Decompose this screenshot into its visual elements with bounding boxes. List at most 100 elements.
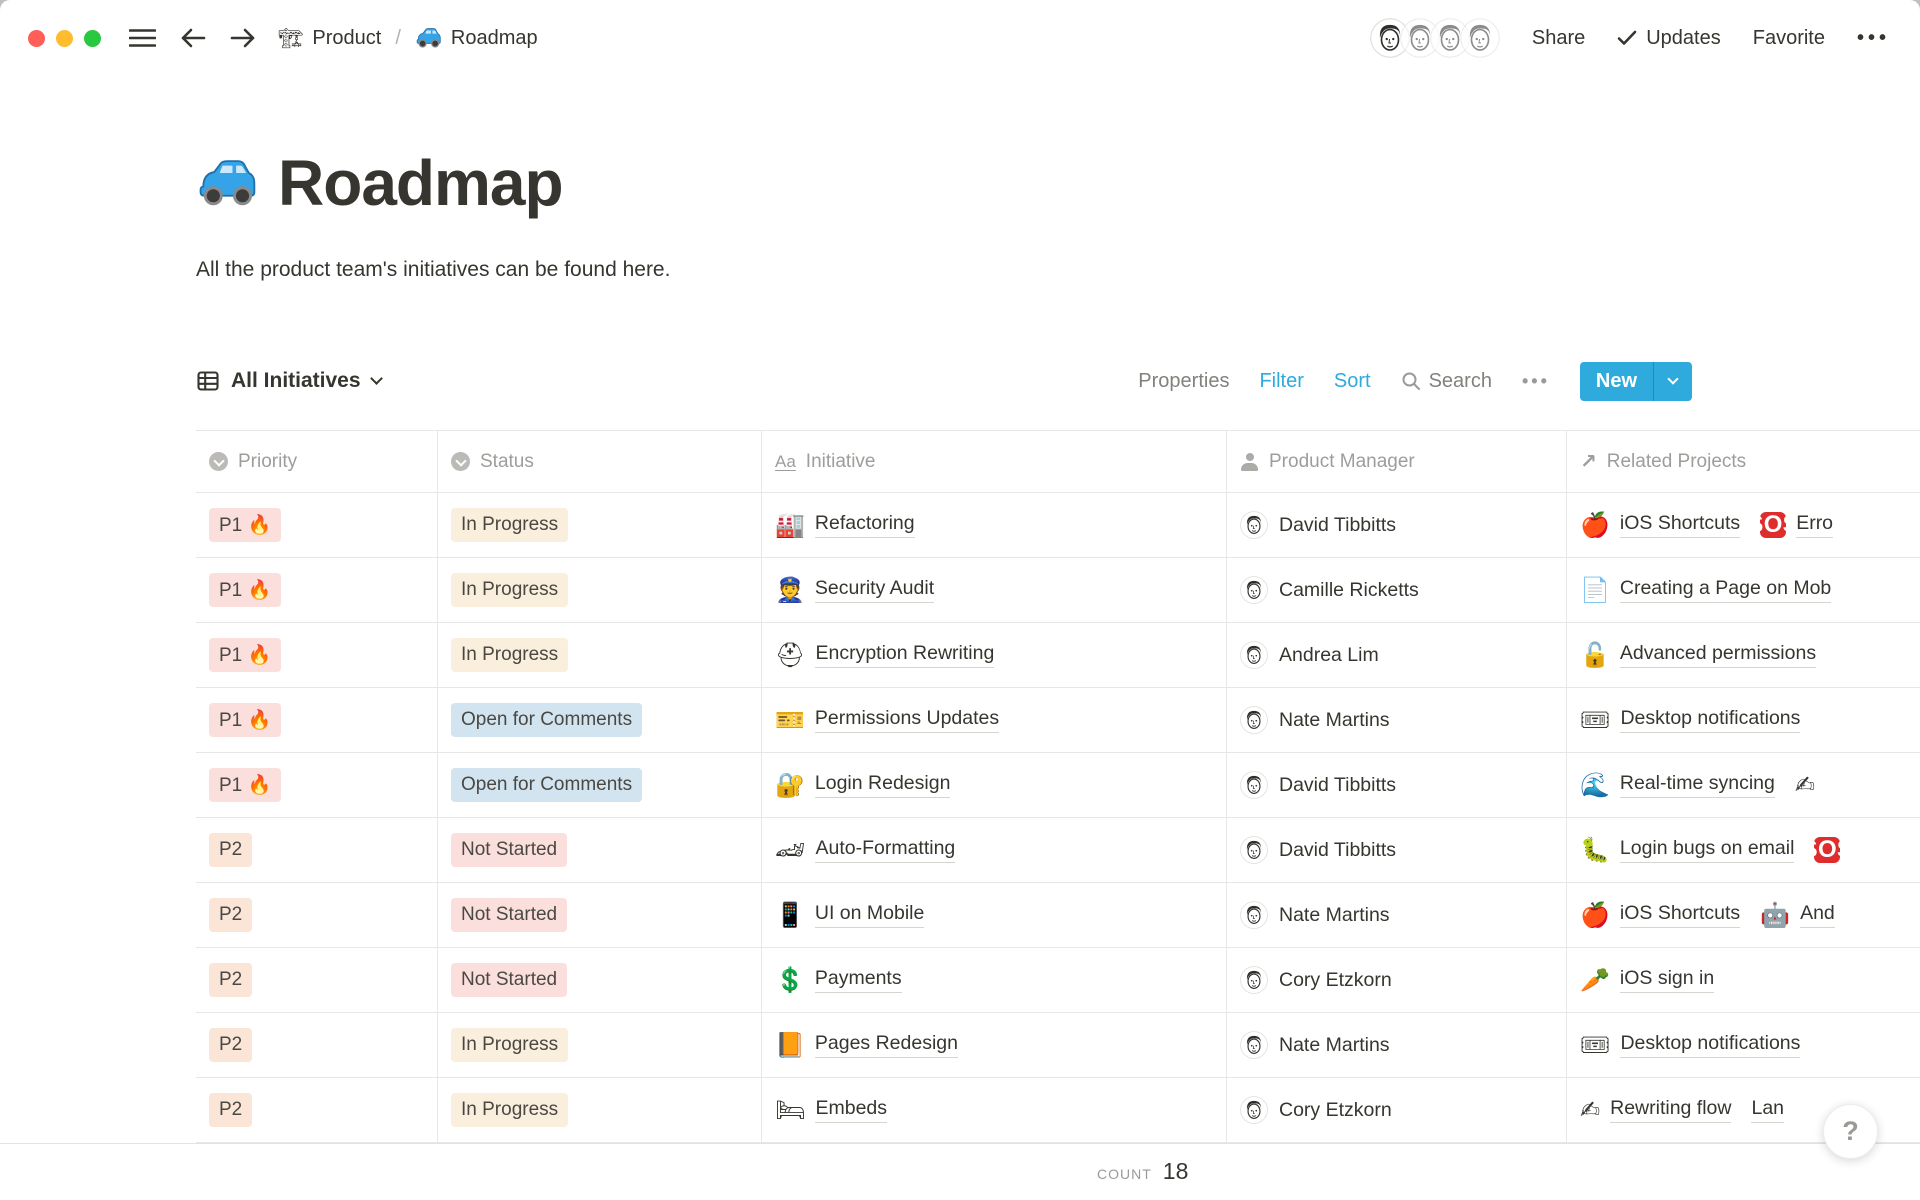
filter-button[interactable]: Filter [1259, 370, 1303, 393]
related-project-link[interactable]: iOS sign in [1620, 967, 1714, 993]
initiative-link[interactable]: Login Redesign [815, 772, 951, 798]
related-project-link[interactable]: iOS Shortcuts [1620, 512, 1740, 538]
cell-priority[interactable]: P2 [196, 818, 438, 882]
cell-product-manager[interactable]: David Tibbitts [1227, 753, 1567, 817]
cell-initiative[interactable]: ⛑ Encryption Rewriting [762, 623, 1227, 687]
cell-product-manager[interactable]: Nate Martins [1227, 1013, 1567, 1077]
cell-initiative[interactable]: 🎫 Permissions Updates [762, 688, 1227, 752]
cell-product-manager[interactable]: David Tibbitts [1227, 818, 1567, 882]
cell-related-projects[interactable]: 🌊 Real-time syncing ✍ [1567, 753, 1920, 817]
cell-initiative[interactable]: 👮 Security Audit [762, 558, 1227, 622]
cell-priority[interactable]: P2 [196, 883, 438, 947]
cell-related-projects[interactable]: 📄 Creating a Page on Mob [1567, 558, 1920, 622]
cell-status[interactable]: Open for Comments [438, 753, 762, 817]
cell-initiative[interactable]: 🏎 Auto-Formatting [762, 818, 1227, 882]
initiative-link[interactable]: Security Audit [815, 577, 934, 603]
cell-initiative[interactable]: 💲 Payments [762, 948, 1227, 1012]
cell-priority[interactable]: P1 🔥 [196, 558, 438, 622]
more-options-button[interactable]: ••• [1857, 27, 1890, 50]
page-icon-car[interactable] [196, 152, 258, 214]
cell-priority[interactable]: P1 🔥 [196, 493, 438, 557]
initiative-link[interactable]: Refactoring [815, 512, 915, 538]
cell-related-projects[interactable]: 🎟 Desktop notifications [1567, 688, 1920, 752]
cell-priority[interactable]: P2 [196, 1078, 438, 1142]
cell-status[interactable]: Not Started [438, 948, 762, 1012]
search-button[interactable]: Search [1401, 370, 1492, 393]
cell-status[interactable]: In Progress [438, 623, 762, 687]
related-project-link[interactable]: iOS Shortcuts [1620, 902, 1740, 928]
related-project-link[interactable]: Desktop notifications [1620, 707, 1800, 733]
related-project-link[interactable]: Creating a Page on Mob [1620, 577, 1831, 603]
cell-product-manager[interactable]: Nate Martins [1227, 883, 1567, 947]
view-more-button[interactable]: ••• [1522, 371, 1550, 392]
zoom-button[interactable] [84, 30, 101, 47]
related-project-link[interactable]: Real-time syncing [1620, 772, 1775, 798]
breadcrumb-item-roadmap[interactable]: Roadmap [415, 27, 538, 50]
initiative-link[interactable]: Pages Redesign [815, 1032, 958, 1058]
related-project-link[interactable]: Rewriting flow [1610, 1097, 1731, 1123]
close-button[interactable] [28, 30, 45, 47]
cell-status[interactable]: In Progress [438, 1078, 762, 1142]
cell-product-manager[interactable]: Camille Ricketts [1227, 558, 1567, 622]
cell-product-manager[interactable]: Cory Etzkorn [1227, 1078, 1567, 1142]
forward-button[interactable] [230, 27, 256, 49]
new-dropdown-button[interactable] [1654, 362, 1692, 401]
minimize-button[interactable] [56, 30, 73, 47]
cell-status[interactable]: In Progress [438, 558, 762, 622]
sidebar-toggle-button[interactable] [129, 28, 156, 48]
related-project-link[interactable]: Advanced permissions [1620, 642, 1816, 668]
cell-priority[interactable]: P2 [196, 948, 438, 1012]
new-button[interactable]: New [1580, 362, 1653, 401]
cell-product-manager[interactable]: Andrea Lim [1227, 623, 1567, 687]
cell-status[interactable]: In Progress [438, 493, 762, 557]
related-project-link[interactable]: Lan [1751, 1097, 1784, 1123]
cell-initiative[interactable]: 🔐 Login Redesign [762, 753, 1227, 817]
cell-related-projects[interactable]: 🍎 iOS Shortcuts SOS Erro [1567, 493, 1920, 557]
cell-initiative[interactable]: 📱 UI on Mobile [762, 883, 1227, 947]
related-project-link[interactable]: Erro [1796, 512, 1833, 538]
view-switcher-button[interactable]: All Initiatives [196, 369, 381, 393]
cell-priority[interactable]: P2 [196, 1013, 438, 1077]
cell-status[interactable]: Open for Comments [438, 688, 762, 752]
help-button[interactable]: ? [1823, 1104, 1878, 1159]
related-project-link[interactable]: And [1800, 902, 1835, 928]
sort-button[interactable]: Sort [1334, 370, 1371, 393]
cell-related-projects[interactable]: 🐛 Login bugs on email SOS [1567, 818, 1920, 882]
related-project-link[interactable]: Desktop notifications [1620, 1032, 1800, 1058]
initiative-link[interactable]: Permissions Updates [815, 707, 999, 733]
cell-product-manager[interactable]: Cory Etzkorn [1227, 948, 1567, 1012]
initiative-link[interactable]: Payments [815, 967, 902, 993]
cell-initiative[interactable]: 🛏 Embeds [762, 1078, 1227, 1142]
cell-product-manager[interactable]: Nate Martins [1227, 688, 1567, 752]
related-project-link[interactable]: Login bugs on email [1620, 837, 1795, 863]
cell-status[interactable]: In Progress [438, 1013, 762, 1077]
cell-related-projects[interactable]: 🔓 Advanced permissions [1567, 623, 1920, 687]
cell-priority[interactable]: P1 🔥 [196, 753, 438, 817]
cell-related-projects[interactable]: 🎟 Desktop notifications [1567, 1013, 1920, 1077]
cell-related-projects[interactable]: 🍎 iOS Shortcuts 🤖 And [1567, 883, 1920, 947]
column-header[interactable]: Initiative [762, 431, 1227, 492]
cell-priority[interactable]: P1 🔥 [196, 623, 438, 687]
properties-button[interactable]: Properties [1138, 370, 1229, 393]
cell-related-projects[interactable]: 🥕 iOS sign in [1567, 948, 1920, 1012]
column-header[interactable]: Priority [196, 431, 438, 492]
cell-status[interactable]: Not Started [438, 818, 762, 882]
cell-initiative[interactable]: 📙 Pages Redesign [762, 1013, 1227, 1077]
initiative-link[interactable]: UI on Mobile [815, 902, 924, 928]
initiative-link[interactable]: Encryption Rewriting [815, 642, 994, 668]
cell-priority[interactable]: P1 🔥 [196, 688, 438, 752]
column-header[interactable]: Product Manager [1227, 431, 1567, 492]
avatar[interactable] [1460, 18, 1500, 58]
column-header[interactable]: Status [438, 431, 762, 492]
updates-button[interactable]: Updates [1617, 27, 1721, 50]
breadcrumb-item-product[interactable]: 🏗 Product [278, 26, 381, 51]
back-button[interactable] [180, 27, 206, 49]
initiative-link[interactable]: Embeds [815, 1097, 887, 1123]
cell-initiative[interactable]: 🏭 Refactoring [762, 493, 1227, 557]
initiative-link[interactable]: Auto-Formatting [815, 837, 955, 863]
column-header[interactable]: Related Projects [1567, 431, 1920, 492]
cell-product-manager[interactable]: David Tibbitts [1227, 493, 1567, 557]
share-button[interactable]: Share [1532, 27, 1585, 50]
cell-status[interactable]: Not Started [438, 883, 762, 947]
favorite-button[interactable]: Favorite [1753, 27, 1825, 50]
